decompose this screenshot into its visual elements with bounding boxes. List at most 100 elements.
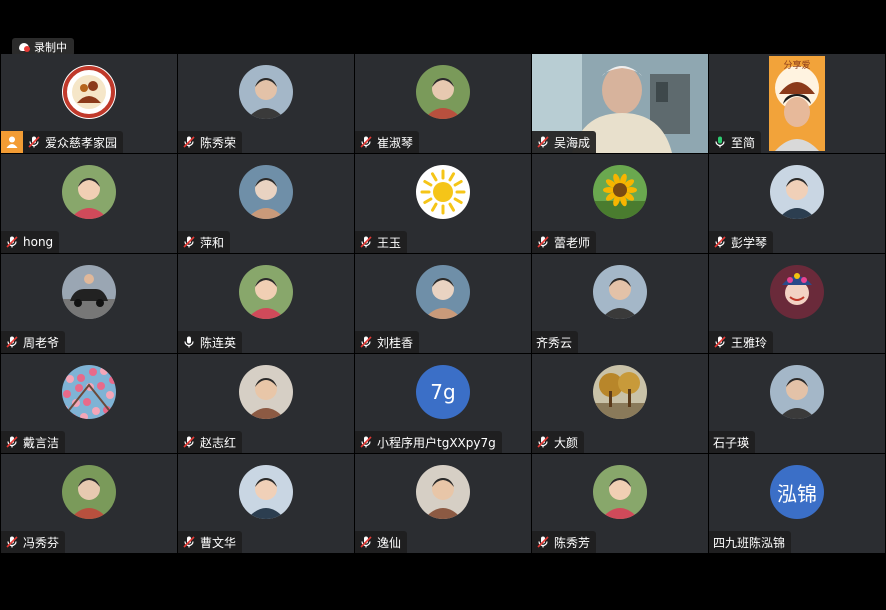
- participant-name-label: 蕾老师: [532, 231, 597, 253]
- participant-tile[interactable]: 齐秀云: [532, 254, 708, 353]
- participant-tile[interactable]: 刘桂香: [355, 254, 531, 353]
- participant-tile[interactable]: 陈秀荣: [178, 54, 354, 153]
- participant-name: hong: [23, 235, 54, 249]
- participant-name-label: 吴海成: [532, 131, 597, 153]
- participant-name-label: 刘桂香: [355, 331, 420, 353]
- participant-name-label: 陈秀芳: [532, 531, 597, 553]
- portrait-avatar: [593, 465, 647, 519]
- participant-name-label: 戴言洁: [1, 431, 66, 453]
- participant-name: 陈秀荣: [200, 135, 237, 150]
- mic-muted-icon: [537, 436, 549, 448]
- participant-name: 王玉: [377, 235, 402, 250]
- participant-name-label: 王玉: [355, 231, 408, 253]
- participant-name: 曹文华: [200, 535, 237, 550]
- participant-tile[interactable]: 王雅玲: [709, 254, 885, 353]
- participant-name: 赵志红: [200, 435, 237, 450]
- mic-muted-icon: [537, 536, 549, 548]
- autumn-tree-avatar: [593, 365, 647, 419]
- mic-muted-icon: [6, 336, 18, 348]
- participant-name-label: 崔淑琴: [355, 131, 420, 153]
- participant-name: 齐秀云: [536, 335, 573, 350]
- portrait-avatar: [239, 65, 293, 119]
- participant-tile[interactable]: 石子瑛: [709, 354, 885, 453]
- mic-active-icon: [715, 136, 725, 148]
- text-avatar: 泓锦: [770, 465, 824, 519]
- participant-name-label: 四九班陈泓锦: [709, 531, 792, 553]
- participant-name-label: 曹文华: [178, 531, 243, 553]
- participant-grid: 爱众慈孝家园 陈秀荣 崔淑琴 吴海成 分享爱至简 hong 萍和 王玉 蕾老师 彭学琴周老爷 陈连英…: [0, 54, 886, 555]
- participant-tile[interactable]: 赵志红: [178, 354, 354, 453]
- participant-name-label: 陈秀荣: [178, 131, 243, 153]
- participant-name: 萍和: [200, 235, 225, 250]
- participant-name: 冯秀芬: [23, 535, 60, 550]
- participant-name: 周老爷: [23, 335, 60, 350]
- portrait-avatar: [239, 265, 293, 319]
- participant-tile[interactable]: 戴言洁: [1, 354, 177, 453]
- participant-name: 戴言洁: [23, 435, 60, 450]
- portrait-avatar: [770, 365, 824, 419]
- svg-text:分享爱: 分享爱: [783, 59, 810, 71]
- participant-name: 崔淑琴: [377, 135, 414, 150]
- portrait-avatar: [416, 465, 470, 519]
- participant-tile[interactable]: 周老爷: [1, 254, 177, 353]
- participant-name-label: 大颜: [532, 431, 585, 453]
- participant-tile[interactable]: 蕾老师: [532, 154, 708, 253]
- participant-tile[interactable]: 分享爱至简: [709, 54, 885, 153]
- portrait-avatar: [62, 465, 116, 519]
- participant-tile[interactable]: 逸仙: [355, 454, 531, 553]
- mic-muted-icon: [28, 136, 40, 148]
- mic-muted-icon: [6, 536, 18, 548]
- participant-tile[interactable]: 泓锦四九班陈泓锦: [709, 454, 885, 553]
- participant-name: 爱众慈孝家园: [45, 135, 118, 150]
- participant-tile[interactable]: 陈连英: [178, 254, 354, 353]
- mic-muted-icon: [6, 236, 18, 248]
- participant-name: 王雅玲: [731, 335, 768, 350]
- opera-avatar: [770, 265, 824, 319]
- portrait-avatar: [62, 165, 116, 219]
- mic-muted-icon: [537, 236, 549, 248]
- participant-name-label: 石子瑛: [709, 431, 756, 453]
- portrait-avatar: [416, 65, 470, 119]
- mic-muted-icon: [183, 136, 195, 148]
- participant-name-label: 周老爷: [1, 331, 66, 353]
- participant-tile[interactable]: 彭学琴: [709, 154, 885, 253]
- portrait-avatar: [239, 365, 293, 419]
- participant-tile[interactable]: 7g 小程序用户tgXXpy7g: [355, 354, 531, 453]
- participant-tile[interactable]: 萍和: [178, 154, 354, 253]
- portrait-avatar: [239, 465, 293, 519]
- cloud-record-icon: [18, 42, 30, 52]
- mic-muted-icon: [360, 336, 372, 348]
- participant-name-label: 小程序用户tgXXpy7g: [355, 431, 502, 453]
- participant-tile[interactable]: 曹文华: [178, 454, 354, 553]
- participant-name: 逸仙: [377, 535, 402, 550]
- mic-icon: [184, 336, 194, 348]
- participant-name: 石子瑛: [713, 435, 750, 450]
- participant-tile[interactable]: 吴海成: [532, 54, 708, 153]
- participant-name-label: 至简: [709, 131, 762, 153]
- participant-tile[interactable]: hong: [1, 154, 177, 253]
- mic-muted-icon: [6, 436, 18, 448]
- sunflower-avatar: [593, 165, 647, 219]
- mic-muted-icon: [360, 536, 372, 548]
- sun-avatar: [416, 165, 470, 219]
- mic-muted-icon: [360, 436, 372, 448]
- participant-name: 蕾老师: [554, 235, 591, 250]
- participant-name: 大颜: [554, 435, 579, 450]
- participant-name: 至简: [731, 135, 756, 150]
- participant-name-label: 陈连英: [178, 331, 243, 353]
- host-icon: [1, 131, 23, 153]
- mic-muted-icon: [714, 236, 726, 248]
- participant-tile[interactable]: 爱众慈孝家园: [1, 54, 177, 153]
- participant-tile[interactable]: 崔淑琴: [355, 54, 531, 153]
- participant-name: 彭学琴: [731, 235, 768, 250]
- portrait-avatar: [239, 165, 293, 219]
- participant-name-label: 齐秀云: [532, 331, 579, 353]
- participant-tile[interactable]: 冯秀芬: [1, 454, 177, 553]
- mic-muted-icon: [360, 136, 372, 148]
- participant-name-label: hong: [1, 231, 60, 253]
- mic-muted-icon: [183, 436, 195, 448]
- participant-tile[interactable]: 大颜: [532, 354, 708, 453]
- participant-tile[interactable]: 王玉: [355, 154, 531, 253]
- portrait-avatar: [770, 165, 824, 219]
- participant-tile[interactable]: 陈秀芳: [532, 454, 708, 553]
